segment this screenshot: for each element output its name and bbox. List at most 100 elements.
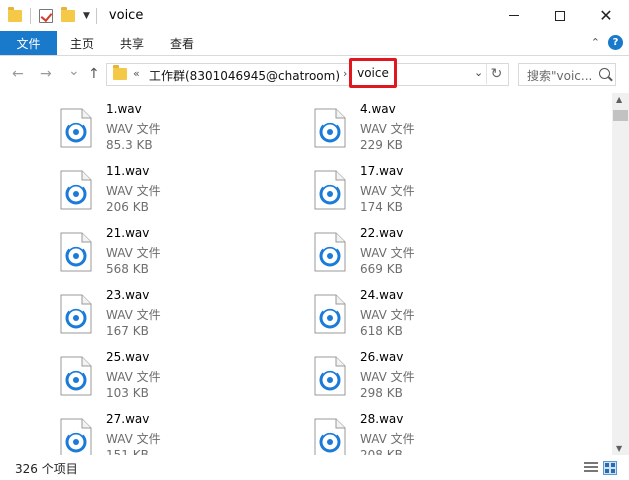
file-size: 298 KB [360,386,403,400]
file-size: 85.3 KB [106,138,153,152]
audio-file-icon [314,418,346,455]
file-list: 1.wav WAV 文件 85.3 KB 4.wav WAV 文件 229 KB 11.wa… [0,93,612,455]
file-name: 21.wav [106,226,150,240]
address-dropdown-icon[interactable]: ⌄ [474,66,483,79]
file-name: 22.wav [360,226,404,240]
back-arrow-icon[interactable]: ← [12,66,24,82]
file-item[interactable]: 24.wav WAV 文件 618 KB [314,288,534,348]
divider [30,7,31,24]
recent-locations-icon[interactable]: ⌄ [68,63,80,79]
scroll-thumb[interactable] [613,110,628,121]
minimize-icon [509,15,519,16]
file-type: WAV 文件 [360,432,415,446]
file-item[interactable]: 23.wav WAV 文件 167 KB [60,288,280,348]
breadcrumb-voice[interactable]: voice [349,58,397,88]
tab-home[interactable]: 主页 [57,31,107,55]
file-size: 208 KB [360,448,403,455]
window-controls: ✕ [491,0,629,31]
divider [95,7,97,24]
tab-share[interactable]: 共享 [107,31,157,55]
file-name: 27.wav [106,412,150,426]
file-item[interactable]: 22.wav WAV 文件 669 KB [314,226,534,286]
details-view-icon[interactable] [584,462,598,474]
audio-file-icon [314,108,346,148]
expand-ribbon-icon[interactable]: ⌃ [591,36,600,49]
file-name: 1.wav [106,102,142,116]
file-name: 25.wav [106,350,150,364]
file-item[interactable]: 25.wav WAV 文件 103 KB [60,350,280,410]
file-type: WAV 文件 [106,308,161,322]
file-type: WAV 文件 [106,370,161,384]
scroll-down-icon[interactable]: ▼ [616,444,622,453]
file-type: WAV 文件 [360,370,415,384]
file-name: 11.wav [106,164,150,178]
file-item[interactable]: 27.wav WAV 文件 151 KB [60,412,280,455]
file-size: 669 KB [360,262,403,276]
file-name: 23.wav [106,288,150,302]
search-box[interactable]: 搜索"voic... [518,63,616,86]
tab-file[interactable]: 文件 [0,31,57,55]
file-type: WAV 文件 [360,122,415,136]
refresh-button[interactable]: ↻ [486,64,506,84]
file-item[interactable]: 21.wav WAV 文件 568 KB [60,226,280,286]
audio-file-icon [60,418,92,455]
file-name: 28.wav [360,412,404,426]
file-item[interactable]: 26.wav WAV 文件 298 KB [314,350,534,410]
search-placeholder: 搜索"voic... [527,69,593,83]
scroll-up-icon[interactable]: ▲ [616,95,622,104]
maximize-button[interactable] [537,0,583,31]
status-bar: 326 个项目 [0,455,629,480]
file-item[interactable]: 17.wav WAV 文件 174 KB [314,164,534,224]
audio-file-icon [60,108,92,148]
breadcrumb-chatroom[interactable]: 工作群(8301046945@chatroom) [149,67,340,84]
file-name: 4.wav [360,102,396,116]
file-name: 17.wav [360,164,404,178]
audio-file-icon [314,356,346,396]
large-icons-view-icon[interactable] [603,461,617,475]
audio-file-icon [314,294,346,334]
search-icon[interactable] [599,68,610,79]
file-size: 568 KB [106,262,149,276]
quick-access-toolbar: ▼ voice [0,0,143,31]
file-item[interactable]: 28.wav WAV 文件 208 KB [314,412,534,455]
folder-icon [113,65,127,80]
audio-file-icon [60,232,92,272]
file-size: 167 KB [106,324,149,338]
customize-dropdown-icon[interactable]: ▼ [83,11,90,21]
file-name: 24.wav [360,288,404,302]
file-name: 26.wav [360,350,404,364]
file-type: WAV 文件 [360,308,415,322]
file-type: WAV 文件 [106,122,161,136]
title-bar: ▼ voice ✕ [0,0,629,31]
close-button[interactable]: ✕ [583,0,629,31]
file-item[interactable]: 11.wav WAV 文件 206 KB [60,164,280,224]
new-folder-icon[interactable] [61,6,75,22]
breadcrumb-separator-icon[interactable]: › [343,67,347,80]
file-size: 229 KB [360,138,403,152]
file-size: 103 KB [106,386,149,400]
address-bar[interactable]: « 工作群(8301046945@chatroom) › voice ⌄ [106,58,509,88]
properties-icon[interactable] [39,8,53,23]
item-count: 326 个项目 [15,462,78,476]
file-size: 151 KB [106,448,149,455]
audio-file-icon [60,356,92,396]
tab-view[interactable]: 查看 [157,31,207,55]
audio-file-icon [60,294,92,334]
file-type: WAV 文件 [106,246,161,260]
overflow-chevron-icon[interactable]: « [133,67,140,80]
minimize-button[interactable] [491,0,537,31]
file-item[interactable]: 1.wav WAV 文件 85.3 KB [60,102,280,162]
ribbon-controls: ⌃ ? [591,35,623,50]
file-item[interactable]: 4.wav WAV 文件 229 KB [314,102,534,162]
vertical-scrollbar[interactable]: ▲ ▼ [612,93,629,455]
file-type: WAV 文件 [360,184,415,198]
up-arrow-icon[interactable]: ↑ [88,66,100,82]
audio-file-icon [60,170,92,210]
maximize-icon [555,10,565,21]
ribbon-tabs: 文件 主页 共享 查看 ⌃ ? [0,31,629,56]
file-type: WAV 文件 [106,432,161,446]
folder-icon [8,6,22,22]
file-type: WAV 文件 [360,246,415,260]
forward-arrow-icon[interactable]: → [40,66,52,82]
help-icon[interactable]: ? [608,35,623,50]
